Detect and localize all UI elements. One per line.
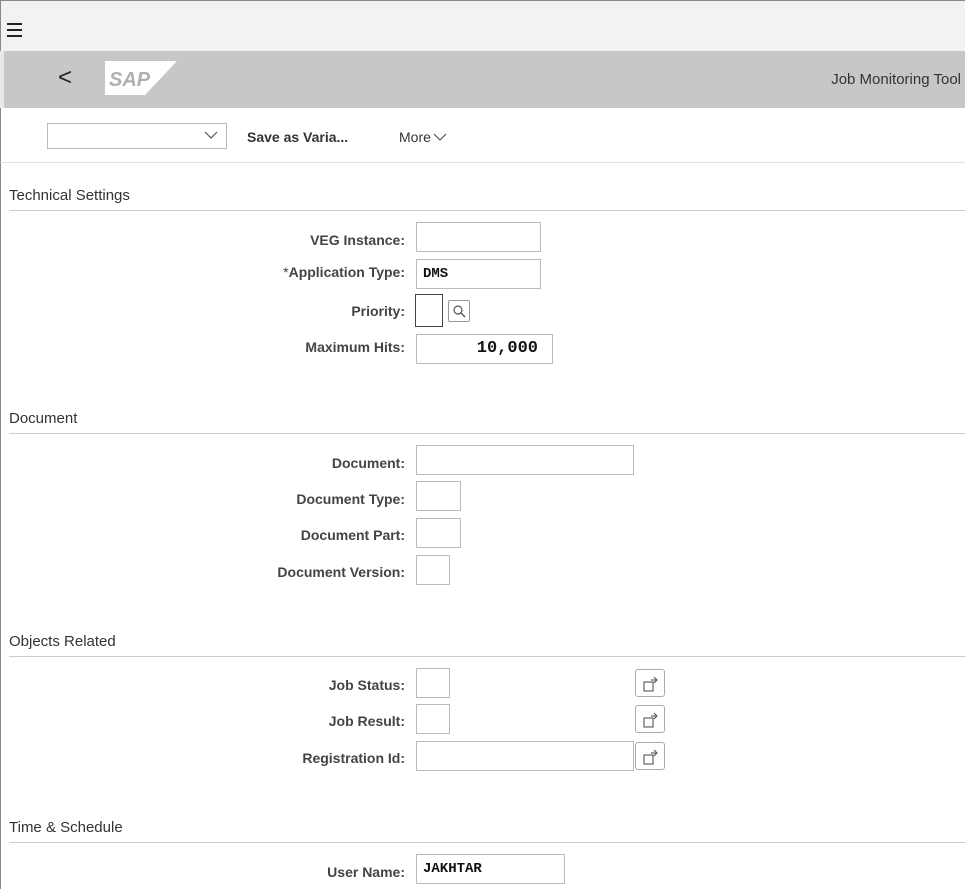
hamburger-icon[interactable] bbox=[7, 23, 22, 37]
selection-screen: Technical Settings VEG Instance: *Applic… bbox=[0, 163, 965, 889]
document-type-input[interactable] bbox=[416, 481, 461, 511]
back-chevron-icon[interactable]: < bbox=[58, 66, 72, 90]
multiple-selection-icon bbox=[643, 712, 658, 728]
save-as-variant-button[interactable]: Save as Varia... bbox=[247, 129, 348, 145]
section-title-time: Time & Schedule bbox=[9, 819, 123, 836]
registration-id-input[interactable] bbox=[416, 741, 634, 771]
veg-instance-label: VEG Instance: bbox=[310, 232, 405, 248]
document-part-label: Document Part: bbox=[300, 527, 405, 543]
shell-header: < SAP Job Monitoring Tool bbox=[0, 51, 965, 108]
document-type-label: Document Type: bbox=[296, 491, 405, 507]
section-title-technical: Technical Settings bbox=[9, 187, 130, 204]
app-title: Job Monitoring Tool bbox=[831, 71, 961, 88]
veg-instance-input[interactable] bbox=[416, 222, 541, 252]
menu-bar bbox=[0, 0, 965, 51]
priority-input[interactable] bbox=[415, 294, 443, 327]
registration-id-label: Registration Id: bbox=[302, 750, 405, 766]
maximum-hits-label: Maximum Hits: bbox=[305, 339, 405, 355]
job-result-label: Job Result: bbox=[328, 713, 405, 729]
sap-logo: SAP bbox=[105, 61, 177, 100]
document-part-input[interactable] bbox=[416, 518, 461, 548]
maximum-hits-input[interactable]: 10,000 bbox=[416, 334, 553, 364]
sap-logo-text: SAP bbox=[109, 69, 151, 91]
multiple-selection-button[interactable] bbox=[635, 742, 665, 770]
section-title-objects: Objects Related bbox=[9, 633, 116, 650]
multiple-selection-button[interactable] bbox=[635, 669, 665, 697]
chevron-down-icon bbox=[433, 133, 447, 141]
multiple-selection-icon bbox=[643, 749, 658, 765]
job-status-input[interactable] bbox=[416, 668, 450, 698]
user-name-input[interactable]: JAKHTAR bbox=[416, 854, 565, 884]
more-label: More bbox=[399, 129, 431, 145]
section-title-document: Document bbox=[9, 410, 78, 427]
priority-label: Priority: bbox=[351, 303, 405, 319]
variant-toolbar: Save as Varia... More bbox=[0, 108, 965, 163]
job-status-label: Job Status: bbox=[328, 677, 405, 693]
application-type-input[interactable]: DMS bbox=[416, 259, 541, 289]
document-label: Document: bbox=[331, 455, 405, 471]
application-type-label: *Application Type: bbox=[283, 264, 405, 280]
multiple-selection-button[interactable] bbox=[635, 705, 665, 733]
value-help-icon[interactable] bbox=[448, 300, 470, 322]
user-name-label: User Name: bbox=[327, 864, 405, 880]
job-result-input[interactable] bbox=[416, 704, 450, 734]
document-version-input[interactable] bbox=[416, 555, 450, 585]
document-version-label: Document Version: bbox=[277, 564, 405, 580]
more-button[interactable]: More bbox=[399, 129, 447, 145]
multiple-selection-icon bbox=[643, 676, 658, 692]
chevron-down-icon bbox=[204, 128, 218, 145]
document-input[interactable] bbox=[416, 445, 634, 475]
variant-select[interactable] bbox=[47, 123, 227, 149]
